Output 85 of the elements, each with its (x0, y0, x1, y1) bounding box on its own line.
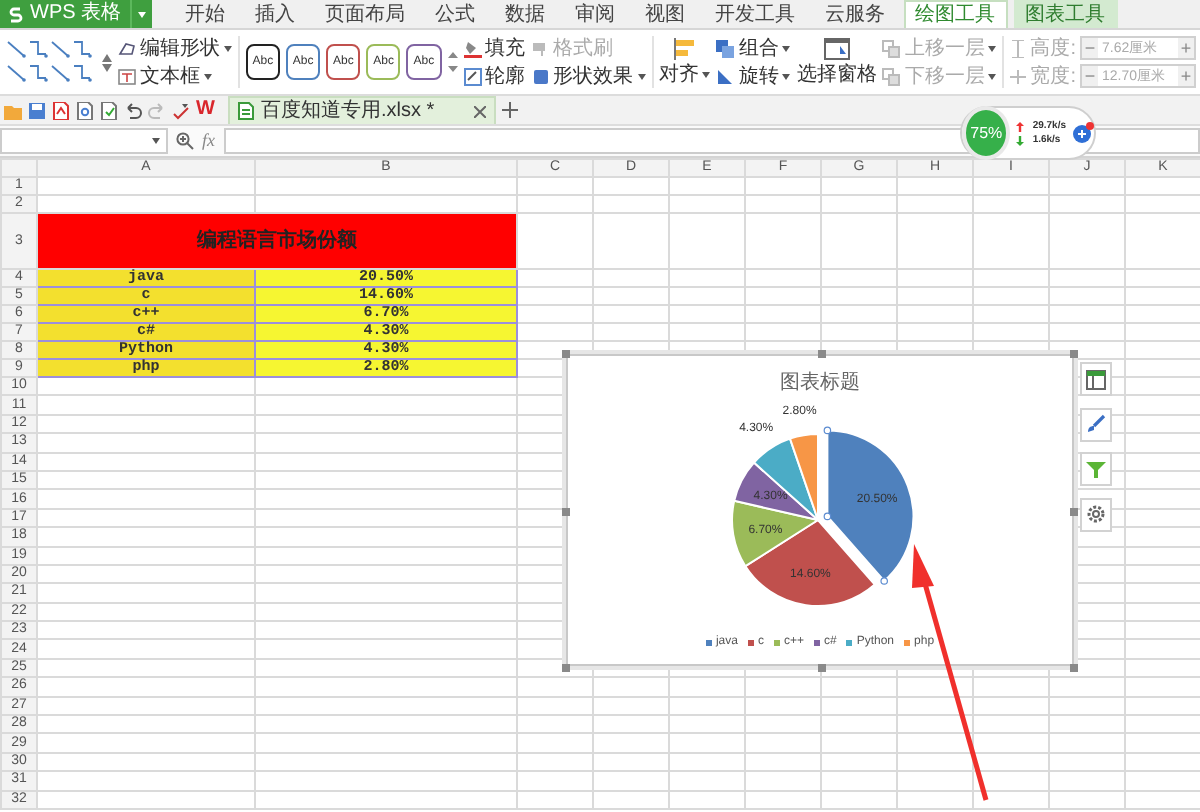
width-icon (1010, 67, 1027, 85)
outline-icon (463, 67, 482, 85)
menu-tab[interactable]: 审阅 (563, 0, 628, 28)
caret-icon (782, 45, 791, 51)
caret-icon (137, 11, 146, 17)
resize-handle[interactable] (818, 350, 826, 358)
text-box-icon (118, 67, 136, 85)
size-label: 宽度: (1030, 63, 1077, 89)
caret-icon (637, 73, 646, 79)
new-tab-icon[interactable] (502, 102, 519, 118)
logo: W (196, 98, 215, 122)
caret-icon (204, 73, 212, 79)
resize-handle[interactable] (1070, 664, 1078, 672)
group-button[interactable]: 组合 (716, 35, 791, 61)
text-box-button[interactable]: 文本框 (118, 63, 232, 89)
align-button[interactable]: 对齐 (658, 61, 711, 87)
upload-arrow-icon (1016, 121, 1025, 131)
settings-icon (1086, 504, 1106, 524)
chart-side-button[interactable] (1080, 407, 1112, 441)
resize-handle[interactable] (562, 508, 570, 516)
caret-icon (988, 73, 997, 79)
menu-tab[interactable]: 图表工具 (1013, 0, 1118, 28)
selection-pane-icon (823, 37, 850, 59)
scroll-up-icon (102, 53, 112, 61)
caret-icon (152, 138, 160, 144)
resize-handle[interactable] (1070, 508, 1078, 516)
zoom-icon[interactable] (176, 132, 194, 150)
menu-tab[interactable]: 绘图工具 (903, 0, 1008, 28)
logo-icon (8, 5, 24, 23)
print-icon[interactable] (100, 101, 118, 119)
resize-handle[interactable] (562, 664, 570, 672)
caret-icon (702, 71, 711, 77)
chart-side-button[interactable] (1080, 362, 1112, 396)
chart-elements-icon (1086, 369, 1106, 389)
filter-icon (1086, 459, 1106, 479)
menu-tab[interactable]: 插入 (243, 0, 308, 28)
menu-tab[interactable]: 数据 (493, 0, 558, 28)
caret-icon (988, 45, 997, 51)
pie-slice[interactable] (753, 437, 819, 521)
pdf-icon[interactable] (52, 101, 70, 119)
resize-handle[interactable] (562, 350, 570, 358)
outline-button[interactable]: 轮廓 (463, 63, 526, 89)
gallery-more-icon (447, 50, 458, 74)
pie-slice[interactable] (789, 433, 819, 521)
brush-icon (1086, 414, 1106, 434)
edit-shape-button[interactable]: 编辑形状 (118, 35, 232, 61)
chart-side-button[interactable] (1080, 452, 1112, 486)
menu-tab[interactable]: 视图 (633, 0, 698, 28)
document-tab[interactable]: 百度知道专用.xlsx * (228, 96, 497, 124)
caret-icon (782, 73, 791, 79)
shape-effects-button[interactable]: 形状效果 (531, 63, 646, 89)
align-icon (672, 37, 697, 59)
chart-title: 图表标题 (778, 369, 862, 398)
resize-handle[interactable] (1070, 350, 1078, 358)
format-painter-icon (531, 39, 550, 57)
menu-tab[interactable]: 公式 (423, 0, 488, 28)
rotate-icon (716, 67, 735, 85)
chart-side-button[interactable] (1080, 497, 1112, 531)
size-label: 高度: (1030, 35, 1077, 61)
menu-tab[interactable]: 开始 (173, 0, 238, 28)
selection-pane-button[interactable]: 选择窗格 (796, 37, 877, 87)
menu-tab[interactable]: 云服务 (813, 0, 898, 28)
customize-icon[interactable] (172, 101, 190, 119)
shape-effects-icon (531, 67, 550, 85)
pie-slice[interactable] (744, 519, 876, 608)
close-icon[interactable] (474, 105, 487, 117)
save-icon[interactable] (28, 101, 46, 119)
menu-tab[interactable]: 开发工具 (703, 0, 808, 28)
download-arrow-icon (1016, 135, 1025, 145)
fill-button[interactable]: 填充 (463, 35, 526, 61)
fill-icon (463, 39, 482, 57)
resize-handle[interactable] (818, 664, 826, 672)
group-icon (716, 39, 735, 57)
percent-badge: 75% (962, 106, 1011, 160)
print-preview-icon[interactable] (76, 101, 94, 119)
undo-icon[interactable] (124, 101, 142, 119)
spreadsheet-file-icon (238, 102, 255, 120)
edit-shape-icon (118, 39, 136, 57)
caret-icon (224, 45, 232, 51)
table-title: 编程语言市场份额 (37, 213, 517, 269)
menu-tab[interactable]: 页面布局 (313, 0, 418, 28)
scroll-down-icon (102, 63, 112, 71)
rotate-button[interactable]: 旋转 (716, 63, 791, 89)
height-icon (1010, 39, 1027, 57)
connector-shapes-drawing (4, 36, 96, 88)
